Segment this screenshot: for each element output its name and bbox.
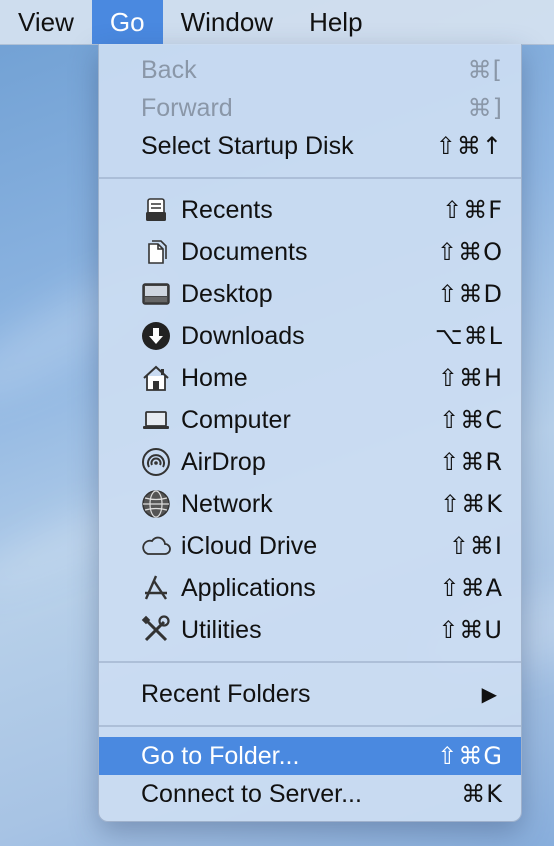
menu-item-label: Select Startup Disk bbox=[141, 131, 354, 160]
menu-item-label: AirDrop bbox=[181, 447, 266, 476]
menu-item-shortcut: ⌥⌘L bbox=[434, 322, 503, 350]
menu-item-label: Downloads bbox=[181, 321, 305, 350]
menu-item-label: Home bbox=[181, 363, 248, 392]
menu-item-applications[interactable]: Applications ⇧⌘A bbox=[99, 569, 521, 607]
menu-item-airdrop[interactable]: AirDrop ⇧⌘R bbox=[99, 443, 521, 481]
menu-separator bbox=[99, 725, 521, 727]
menu-item-shortcut: ⇧⌘A bbox=[439, 574, 503, 602]
menu-item-desktop[interactable]: Desktop ⇧⌘D bbox=[99, 275, 521, 313]
menu-item-home[interactable]: Home ⇧⌘H bbox=[99, 359, 521, 397]
menu-item-shortcut: ⇧⌘C bbox=[439, 406, 503, 434]
menu-help[interactable]: Help bbox=[291, 0, 380, 44]
menu-item-computer[interactable]: Computer ⇧⌘C bbox=[99, 401, 521, 439]
menu-item-label: Applications bbox=[181, 573, 316, 602]
menu-item-shortcut: ⇧⌘↑ bbox=[435, 132, 503, 160]
menu-item-utilities[interactable]: Utilities ⇧⌘U bbox=[99, 611, 521, 649]
menu-item-label: Desktop bbox=[181, 279, 273, 308]
menu-go[interactable]: Go bbox=[91, 0, 163, 44]
home-icon bbox=[139, 361, 173, 395]
utilities-icon bbox=[139, 613, 173, 647]
applications-icon bbox=[139, 571, 173, 605]
menu-item-label: Forward bbox=[141, 93, 233, 122]
go-menu-dropdown: Back ⌘[ Forward ⌘] Select Startup Disk ⇧… bbox=[98, 44, 522, 822]
menu-item-label: Recents bbox=[181, 195, 273, 224]
menu-item-shortcut: ⌘] bbox=[467, 94, 503, 122]
menu-item-shortcut: ⇧⌘K bbox=[440, 490, 503, 518]
menu-item-label: Documents bbox=[181, 237, 308, 266]
menu-item-shortcut: ⌘[ bbox=[467, 56, 503, 84]
menu-item-label: Go to Folder... bbox=[141, 741, 300, 770]
menu-item-shortcut: ⇧⌘O bbox=[437, 238, 503, 266]
downloads-icon bbox=[139, 319, 173, 353]
menu-item-shortcut: ⇧⌘U bbox=[438, 616, 503, 644]
menu-item-forward[interactable]: Forward ⌘] bbox=[99, 89, 521, 127]
submenu-arrow-icon: ▶ bbox=[481, 683, 497, 706]
menu-item-icloud-drive[interactable]: iCloud Drive ⇧⌘I bbox=[99, 527, 521, 565]
menu-item-connect-to-server[interactable]: Connect to Server... ⌘K bbox=[99, 775, 521, 813]
menu-item-shortcut: ⇧⌘H bbox=[437, 364, 503, 392]
menu-item-downloads[interactable]: Downloads ⌥⌘L bbox=[99, 317, 521, 355]
menu-item-label: Utilities bbox=[181, 615, 262, 644]
menu-item-back[interactable]: Back ⌘[ bbox=[99, 51, 521, 89]
menu-window[interactable]: Window bbox=[163, 0, 291, 44]
airdrop-icon bbox=[139, 445, 173, 479]
menu-view[interactable]: View bbox=[0, 0, 92, 44]
menu-item-network[interactable]: Network ⇧⌘K bbox=[99, 485, 521, 523]
menu-item-label: Network bbox=[181, 489, 273, 518]
menu-item-label: Connect to Server... bbox=[141, 779, 362, 808]
menu-item-label: Computer bbox=[181, 405, 291, 434]
menu-item-recent-folders[interactable]: Recent Folders ▶ bbox=[99, 675, 521, 713]
menu-separator bbox=[99, 177, 521, 179]
documents-icon bbox=[139, 235, 173, 269]
desktop-icon bbox=[139, 277, 173, 311]
menu-item-documents[interactable]: Documents ⇧⌘O bbox=[99, 233, 521, 271]
computer-icon bbox=[139, 403, 173, 437]
menu-item-shortcut: ⇧⌘I bbox=[448, 532, 503, 560]
icloud-icon bbox=[139, 529, 173, 563]
menu-item-recents[interactable]: Recents ⇧⌘F bbox=[99, 191, 521, 229]
menu-item-shortcut: ⇧⌘R bbox=[439, 448, 503, 476]
network-icon bbox=[139, 487, 173, 521]
menu-item-label: Recent Folders bbox=[141, 679, 311, 708]
menu-separator bbox=[99, 661, 521, 663]
menu-item-shortcut: ⌘K bbox=[461, 780, 503, 808]
menu-item-shortcut: ⇧⌘G bbox=[437, 742, 503, 770]
menu-item-shortcut: ⇧⌘D bbox=[437, 280, 503, 308]
menu-item-shortcut: ⇧⌘F bbox=[442, 196, 503, 224]
menu-item-label: iCloud Drive bbox=[181, 531, 318, 560]
menu-item-go-to-folder[interactable]: Go to Folder... ⇧⌘G bbox=[99, 737, 521, 775]
menu-item-label: Back bbox=[141, 55, 197, 84]
recents-icon bbox=[139, 193, 173, 227]
menu-item-select-startup-disk[interactable]: Select Startup Disk ⇧⌘↑ bbox=[99, 127, 521, 165]
menu-bar: View Go Window Help bbox=[0, 0, 554, 45]
